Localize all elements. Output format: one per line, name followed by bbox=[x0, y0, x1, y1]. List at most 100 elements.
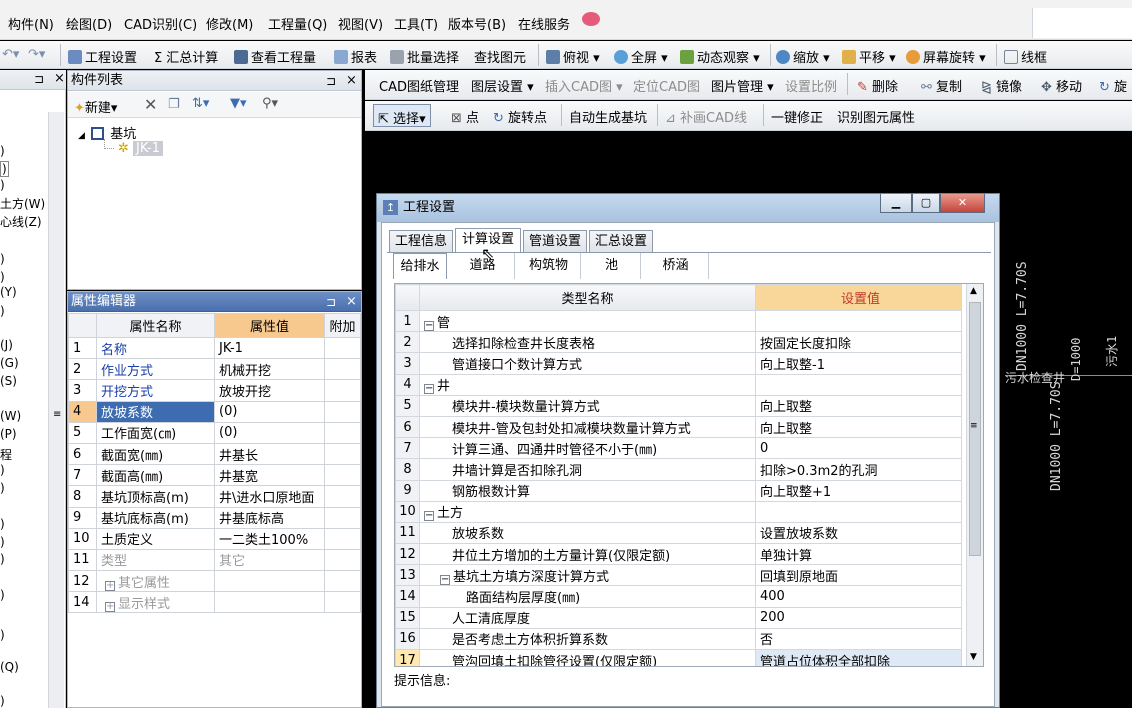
settings-row[interactable]: 15 人工清底厚度 200 bbox=[395, 606, 962, 629]
property-row[interactable]: 8 基坑顶标高(m) 井\进水口原地面 bbox=[68, 485, 361, 508]
property-row[interactable]: 10 土质定义 一二类土100% bbox=[68, 527, 361, 550]
settings-row[interactable]: 7 计算三通、四通井时管径不小于(㎜) 0 bbox=[395, 437, 962, 460]
property-row[interactable]: 5 工作面宽(㎝) (0) bbox=[68, 421, 361, 444]
pin-icon[interactable]: ⊐ bbox=[326, 71, 336, 91]
wireframe-button[interactable]: 线框 bbox=[1004, 47, 1047, 66]
nav-item[interactable]: (J) bbox=[0, 338, 13, 352]
property-group-row[interactable]: 14 + 显示样式 bbox=[68, 591, 361, 614]
sort-icon[interactable]: ⇅▾ bbox=[192, 96, 209, 111]
row-setting-value[interactable]: 单独计算 bbox=[755, 543, 962, 566]
identify-attributes-button[interactable]: 识别图元属性 bbox=[837, 107, 915, 126]
row-setting-value[interactable]: 200 bbox=[755, 606, 962, 629]
nav-item[interactable]: ) bbox=[0, 463, 5, 477]
nav-item[interactable]: 程 bbox=[0, 446, 12, 463]
tab-pipe-settings[interactable]: 管道设置 bbox=[523, 230, 587, 252]
collapse-minus-icon[interactable]: − bbox=[424, 384, 434, 395]
row-setting-value[interactable]: 否 bbox=[755, 627, 962, 651]
menu-modify[interactable]: 修改(M) bbox=[206, 14, 253, 33]
property-row[interactable]: 2 作业方式 机械开挖 bbox=[68, 358, 361, 381]
nav-item[interactable]: 土方(W) bbox=[0, 195, 45, 212]
redo-icon[interactable]: ↷▾ bbox=[28, 47, 45, 62]
menu-tools[interactable]: 工具(T) bbox=[394, 14, 438, 33]
tree-item-jk1[interactable]: ✲ JK-1 bbox=[118, 141, 164, 156]
point-button[interactable]: ⊠ 点 bbox=[451, 107, 479, 126]
filter-icon[interactable]: ▼▾ bbox=[230, 96, 247, 111]
settings-row[interactable]: 11 放坡系数 设置放坡系数 bbox=[395, 521, 962, 545]
auto-generate-pit-button[interactable]: 自动生成基坑 bbox=[569, 107, 647, 126]
settings-row[interactable]: 1− 管 bbox=[395, 309, 962, 333]
nav-item[interactable]: (W) bbox=[0, 409, 21, 423]
settings-row[interactable]: 10− 土方 bbox=[395, 500, 962, 523]
find-icon[interactable]: ⚲▾ bbox=[262, 96, 278, 111]
maximize-button[interactable]: ▢ bbox=[912, 194, 940, 213]
rotate-button[interactable]: ↻ 旋 bbox=[1099, 76, 1127, 95]
settings-grid-scrollbar[interactable]: ▲ ≡ ▼ bbox=[966, 284, 983, 666]
cad-drawing-mgmt-button[interactable]: CAD图纸管理 bbox=[379, 76, 459, 95]
nav-item[interactable]: ) bbox=[0, 628, 5, 642]
menu-view[interactable]: 视图(V) bbox=[338, 14, 383, 33]
set-scale-button[interactable]: 设置比例 bbox=[785, 76, 837, 95]
collapse-minus-icon[interactable]: − bbox=[424, 511, 434, 522]
close-button[interactable]: ✕ bbox=[940, 194, 985, 213]
subtab-structures[interactable]: 构筑物 bbox=[517, 253, 581, 279]
row-setting-value[interactable]: 400 bbox=[755, 585, 962, 608]
layer-settings-button[interactable]: 图层设置 ▾ bbox=[471, 76, 534, 95]
draw-cad-line-button[interactable]: ⊿ 补画CAD线 bbox=[665, 107, 747, 126]
row-setting-value[interactable]: 向上取整 bbox=[755, 394, 962, 417]
collapse-minus-icon[interactable]: − bbox=[440, 574, 450, 585]
nav-item[interactable]: 心线(Z) bbox=[0, 213, 42, 230]
nav-item[interactable]: (G) bbox=[0, 356, 19, 370]
view-quantity-button[interactable]: 查看工程量 bbox=[234, 47, 316, 66]
subtab-water-supply-drainage[interactable]: 给排水 bbox=[393, 253, 447, 279]
menu-version[interactable]: 版本号(B) bbox=[448, 14, 506, 33]
row-setting-value[interactable]: 向上取整+1 bbox=[755, 479, 962, 502]
tab-project-info[interactable]: 工程信息 bbox=[389, 230, 453, 252]
settings-row[interactable]: 6 模块井-管及包封处扣减模块数量计算方式 向上取整 bbox=[395, 415, 962, 439]
nav-item[interactable]: ) bbox=[0, 552, 5, 566]
nav-item[interactable]: ) bbox=[0, 535, 5, 549]
select-tool-button[interactable]: ⇱ 选择▾ bbox=[373, 104, 431, 127]
property-row[interactable]: 9 基坑底标高(m) 井基底标高 bbox=[68, 506, 361, 529]
new-component-button[interactable]: ✦新建▾ bbox=[74, 97, 117, 116]
settings-row[interactable]: 5 模块井-模块数量计算方式 向上取整 bbox=[395, 394, 962, 417]
move-button[interactable]: ✥ 移动 bbox=[1041, 76, 1082, 95]
row-setting-value[interactable] bbox=[755, 500, 962, 523]
expand-plus-icon[interactable]: + bbox=[105, 601, 115, 612]
nav-item[interactable]: (Q) bbox=[0, 660, 19, 674]
pin-icon[interactable]: ⊐ bbox=[326, 292, 336, 312]
property-group-row[interactable]: 12 + 其它属性 bbox=[68, 570, 361, 593]
nav-item[interactable]: ) bbox=[0, 178, 5, 192]
row-setting-value[interactable]: 扣除>0.3m2的孔洞 bbox=[755, 458, 962, 481]
nav-item[interactable]: ) bbox=[0, 694, 5, 708]
row-setting-value[interactable] bbox=[755, 309, 962, 333]
full-screen-button[interactable]: 全屏 ▾ bbox=[614, 47, 668, 66]
settings-row[interactable]: 4− 井 bbox=[395, 373, 962, 396]
batch-select-button[interactable]: 批量选择 bbox=[390, 47, 459, 66]
settings-row[interactable]: 8 井墙计算是否扣除孔洞 扣除>0.3m2的孔洞 bbox=[395, 458, 962, 481]
nav-item[interactable]: ) bbox=[0, 252, 5, 266]
nav-item[interactable]: (Y) bbox=[0, 285, 17, 299]
screen-rotate-button[interactable]: 屏幕旋转 ▾ bbox=[906, 47, 986, 66]
scroll-down-icon[interactable]: ▼ bbox=[970, 652, 977, 662]
find-element-button[interactable]: 查找图元 bbox=[474, 47, 526, 66]
nav-item[interactable]: ) bbox=[0, 481, 5, 495]
nav-item[interactable]: ) bbox=[0, 517, 5, 531]
row-setting-value[interactable]: 管道占位体积全部扣除 bbox=[755, 648, 962, 666]
property-row[interactable]: 7 截面高(㎜) 井基宽 bbox=[68, 464, 361, 487]
row-setting-value[interactable] bbox=[755, 373, 962, 396]
scroll-up-icon[interactable]: ▲ bbox=[970, 286, 977, 296]
property-row[interactable]: 1 名称 JK-1 bbox=[68, 336, 361, 360]
menu-draw[interactable]: 绘图(D) bbox=[66, 14, 112, 33]
settings-row[interactable]: 9 钢筋根数计算 向上取整+1 bbox=[395, 479, 962, 502]
menu-cad-identify[interactable]: CAD识别(C) bbox=[124, 14, 197, 33]
close-icon[interactable]: × bbox=[54, 71, 65, 86]
row-setting-value[interactable]: 设置放坡系数 bbox=[755, 521, 962, 545]
one-click-fix-button[interactable]: 一键修正 bbox=[771, 107, 823, 126]
dialog-titlebar[interactable]: ↥ 工程设置 ▁ ▢ ✕ bbox=[377, 194, 999, 222]
settings-row[interactable]: 3 管道接口个数计算方式 向上取整-1 bbox=[395, 352, 962, 375]
minimize-button[interactable]: ▁ bbox=[880, 194, 912, 213]
image-mgmt-button[interactable]: 图片管理 ▾ bbox=[711, 76, 774, 95]
settings-row[interactable]: 14 路面结构层厚度(㎜) 400 bbox=[395, 585, 962, 608]
online-chat-icon[interactable] bbox=[582, 12, 600, 26]
nav-item[interactable]: (S) bbox=[0, 374, 17, 388]
